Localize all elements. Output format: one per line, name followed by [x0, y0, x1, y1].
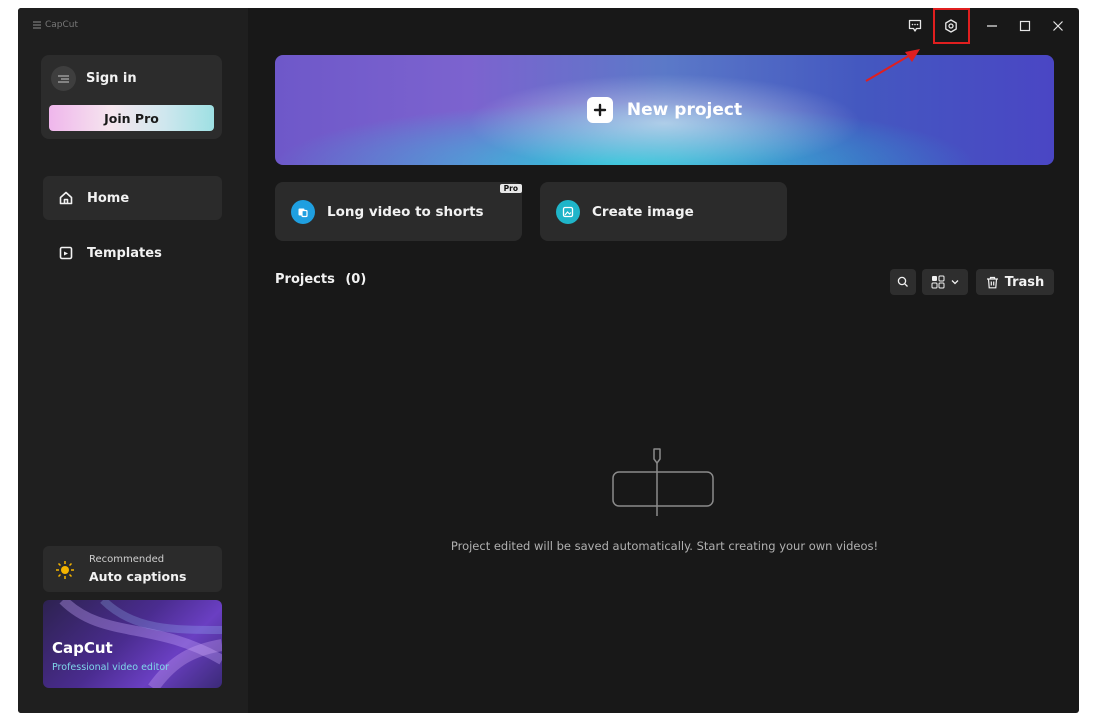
- projects-count: (0): [345, 272, 367, 287]
- close-icon: [1053, 21, 1063, 31]
- plus-icon: [586, 97, 613, 123]
- capcut-promo-banner[interactable]: CapCut Professional video editor: [43, 600, 222, 688]
- close-button[interactable]: [1047, 17, 1069, 35]
- recommended-auto-captions-card[interactable]: Recommended Auto captions: [43, 546, 222, 592]
- projects-heading: Projects (0): [275, 272, 366, 287]
- long-video-to-shorts-label: Long video to shorts: [327, 203, 484, 220]
- pro-badge: Pro: [499, 184, 522, 193]
- grid-view-icon: [931, 275, 945, 289]
- search-icon: [897, 276, 908, 287]
- settings-highlight-box: [933, 8, 970, 44]
- long-video-to-shorts-button[interactable]: Long video to shorts Pro: [275, 182, 522, 241]
- new-project-button[interactable]: New project: [275, 55, 1054, 165]
- image-icon: [556, 199, 580, 224]
- auto-captions-label: Auto captions: [89, 569, 187, 584]
- empty-state-message: Project edited will be saved automatical…: [450, 539, 879, 553]
- join-pro-button[interactable]: Join Pro: [49, 105, 214, 131]
- maximize-button[interactable]: [1014, 17, 1036, 35]
- create-image-button[interactable]: Create image: [540, 182, 787, 241]
- account-card: Sign in Join Pro: [41, 55, 222, 139]
- view-toggle-button[interactable]: [922, 269, 968, 295]
- sidebar-item-templates-label: Templates: [87, 245, 162, 261]
- sign-in-label: Sign in: [86, 71, 137, 86]
- capcut-logo-icon: [33, 21, 41, 29]
- shorts-icon: [291, 199, 315, 224]
- home-icon: [59, 191, 73, 205]
- sidebar-item-home[interactable]: Home: [43, 176, 222, 220]
- search-button[interactable]: [890, 269, 916, 295]
- promo-title: CapCut: [52, 639, 113, 657]
- projects-label: Projects: [275, 272, 335, 287]
- feedback-icon: [908, 19, 922, 32]
- sidebar-item-templates[interactable]: Templates: [43, 231, 222, 275]
- capcut-avatar-icon: [58, 74, 69, 83]
- trash-label: Trash: [1004, 274, 1045, 290]
- app-title: CapCut: [32, 20, 78, 30]
- sidebar: CapCut Sign in Join Pro Home Templates R…: [18, 8, 248, 713]
- app-title-text: CapCut: [45, 20, 79, 30]
- sun-icon: [56, 561, 74, 579]
- minimize-button[interactable]: [981, 17, 1003, 35]
- templates-icon: [59, 246, 73, 260]
- trash-icon: [986, 276, 998, 288]
- chevron-down-icon: [951, 280, 959, 285]
- empty-projects-icon: [612, 448, 714, 516]
- recommended-label: Recommended: [89, 554, 165, 565]
- promo-subtitle: Professional video editor: [52, 662, 170, 673]
- capcut-window: CapCut Sign in Join Pro Home Templates R…: [18, 8, 1079, 713]
- new-project-label: New project: [626, 100, 743, 120]
- minimize-icon: [987, 25, 997, 27]
- create-image-label: Create image: [592, 203, 694, 220]
- sign-in-button[interactable]: Sign in: [51, 66, 137, 91]
- sidebar-item-home-label: Home: [87, 190, 130, 206]
- feedback-button[interactable]: [904, 17, 926, 35]
- maximize-icon: [1019, 20, 1031, 32]
- avatar: [51, 66, 76, 91]
- trash-button[interactable]: Trash: [976, 269, 1054, 295]
